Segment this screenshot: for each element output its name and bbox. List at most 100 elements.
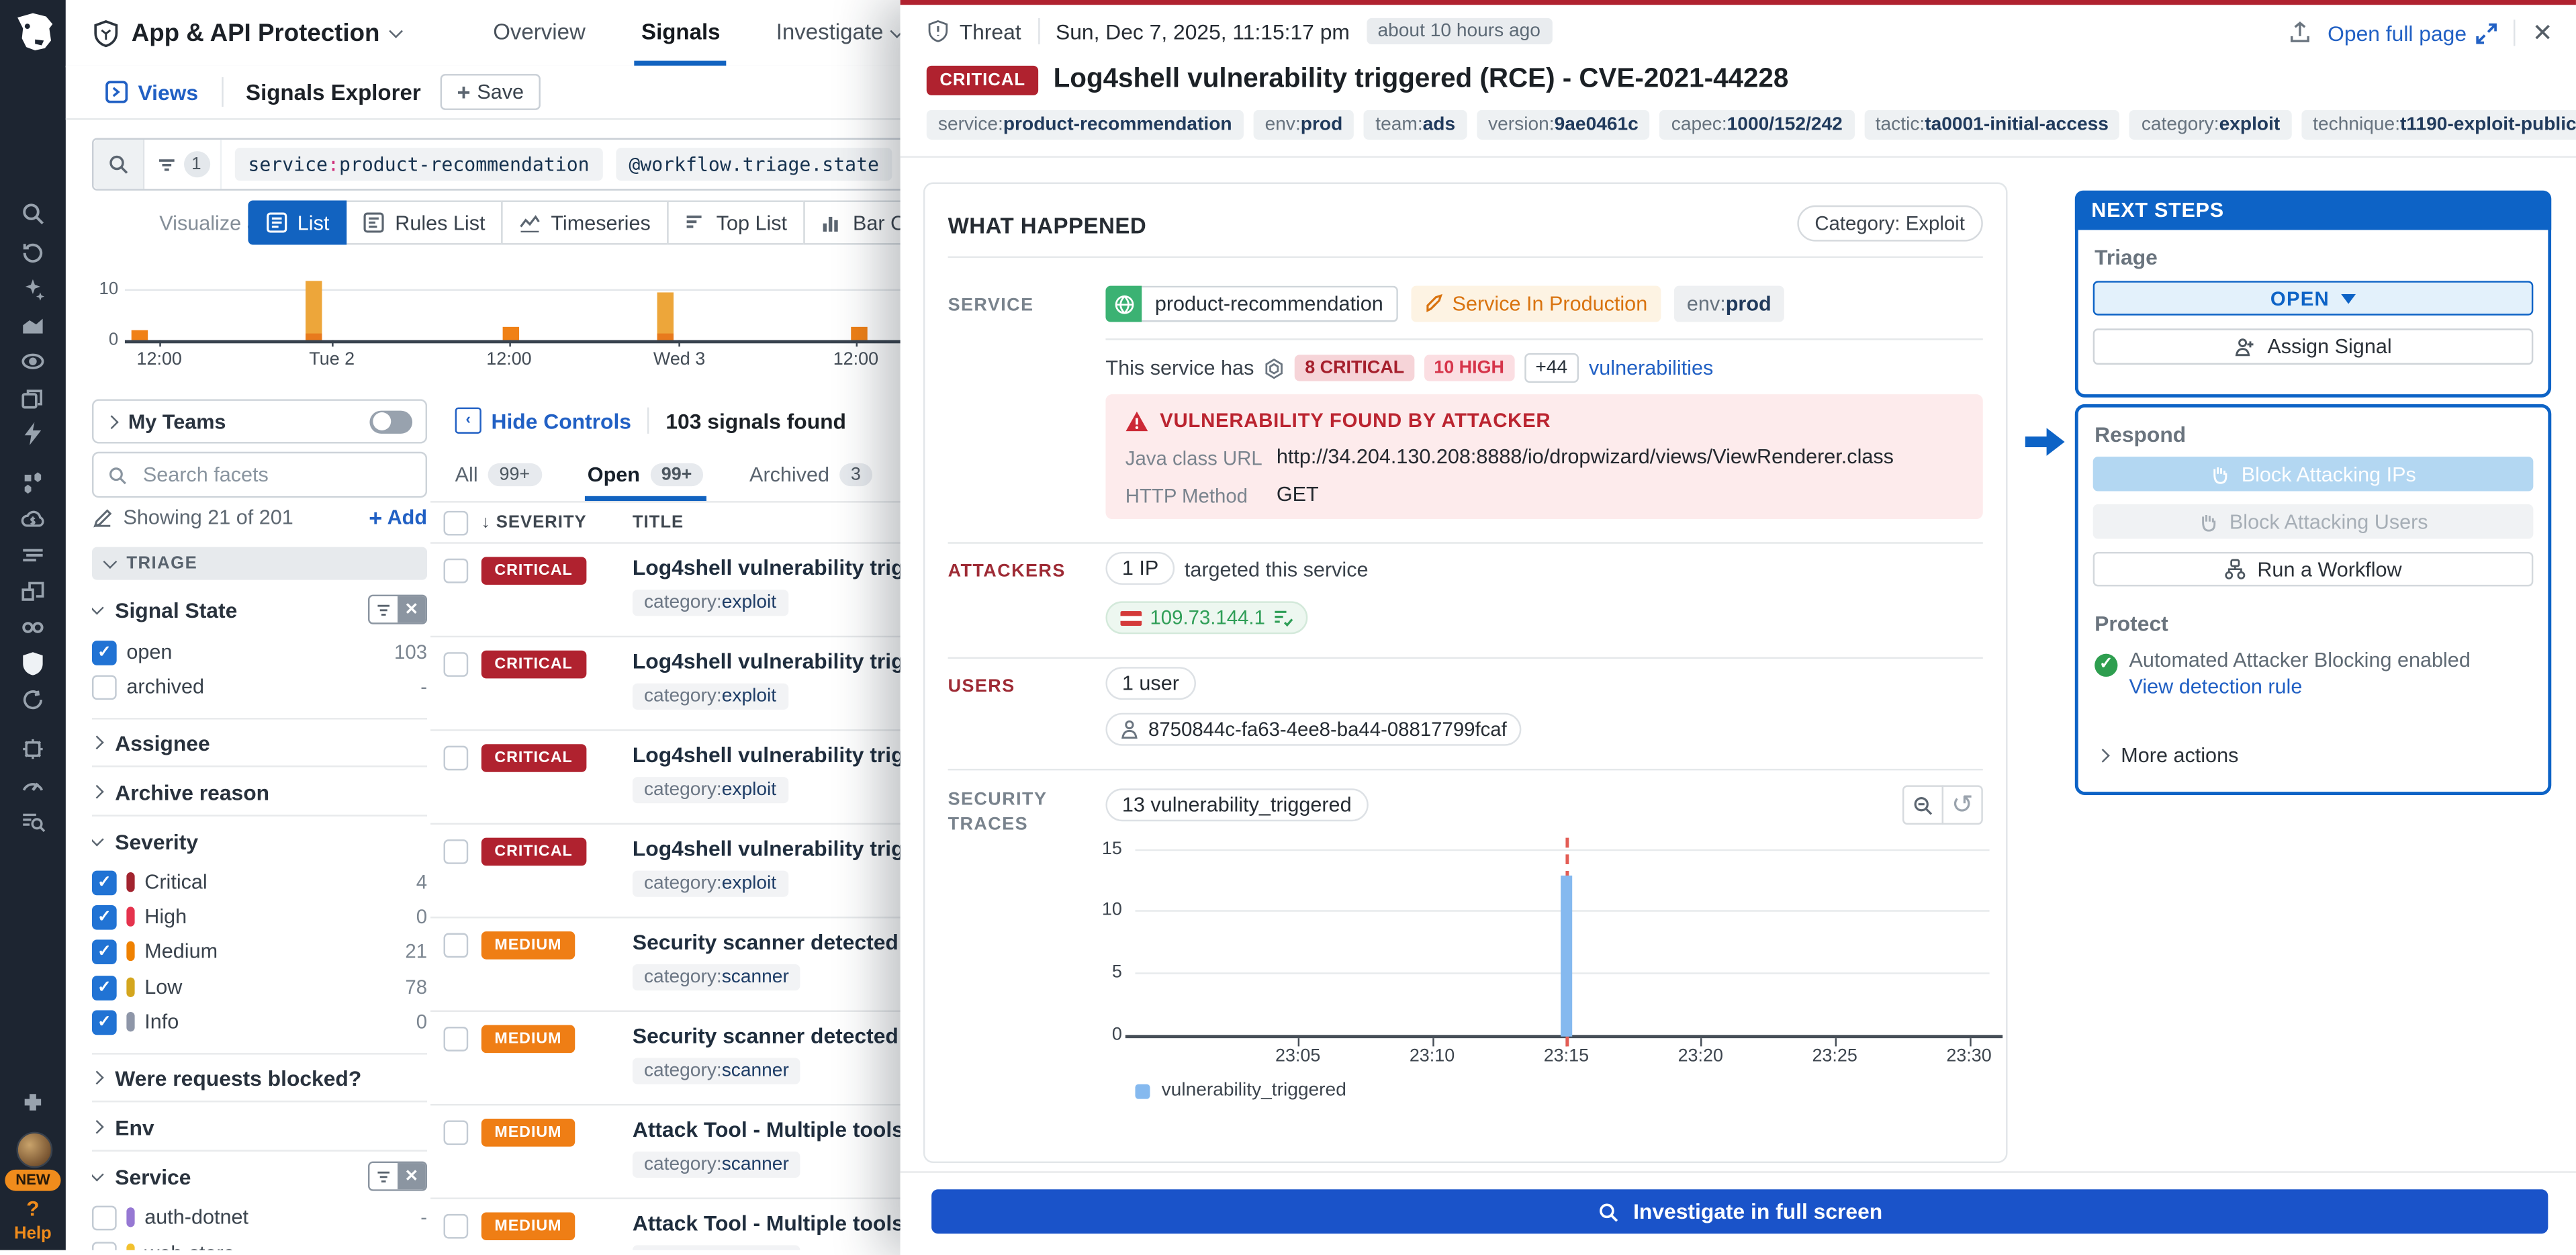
tag-pill[interactable]: capec:1000/152/242 <box>1660 110 1854 140</box>
checkbox-checked[interactable]: ✓ <box>92 939 117 964</box>
row-checkbox[interactable] <box>444 652 469 677</box>
category-tag[interactable]: category:scanner <box>633 1245 800 1250</box>
select-all-checkbox[interactable] <box>444 511 469 536</box>
category-tag[interactable]: category:exploit <box>633 590 788 616</box>
tab-all[interactable]: All99+ <box>455 460 542 490</box>
category-tag[interactable]: category:scanner <box>633 1152 800 1178</box>
traces-chart[interactable]: 05101523:0523:1023:1523:2023:2523:30 <box>1135 838 1989 1037</box>
facet-item-high[interactable]: ✓High0 <box>92 904 427 930</box>
history-icon[interactable] <box>19 240 46 266</box>
logs-icon[interactable] <box>19 542 46 568</box>
tag-pill[interactable]: technique:t1190-exploit-public-facing-ap… <box>2301 110 2576 140</box>
tab-archived[interactable]: Archived3 <box>749 460 872 490</box>
hide-controls-button[interactable]: ‹Hide Controls <box>455 408 631 434</box>
triage-section-header[interactable]: TRIAGE <box>92 547 427 580</box>
row-checkbox[interactable] <box>444 559 469 584</box>
user-id-chip[interactable]: 8750844c-fa63-4ee8-ba44-08817799fcaf <box>1105 713 1521 746</box>
run-workflow-button[interactable]: Run a Workflow <box>2093 552 2534 586</box>
checkbox-unchecked[interactable] <box>92 1241 117 1250</box>
checkbox-unchecked[interactable] <box>92 674 117 699</box>
row-checkbox[interactable] <box>444 933 469 958</box>
frames-icon[interactable] <box>19 578 46 604</box>
my-teams-toggle-box[interactable]: My Teams <box>92 399 427 443</box>
facet-item-auth-dotnet[interactable]: auth-dotnet- <box>92 1204 427 1230</box>
my-teams-toggle[interactable] <box>369 410 412 432</box>
investigate-full-screen-button[interactable]: Investigate in full screen <box>931 1189 2548 1234</box>
tag-pill[interactable]: team:ads <box>1364 110 1467 140</box>
view-detection-rule-link[interactable]: View detection rule <box>2129 675 2303 698</box>
tag-pill[interactable]: tactic:ta0001-initial-access <box>1864 110 2120 140</box>
facet-group-service[interactable]: Service ✕ <box>92 1162 427 1191</box>
facet-search-box[interactable] <box>92 452 427 498</box>
user-avatar[interactable] <box>16 1132 52 1168</box>
row-checkbox[interactable] <box>444 1214 469 1239</box>
query-chip-service[interactable]: service:product-recommendation <box>235 148 602 181</box>
help-label[interactable]: Help <box>0 1224 66 1244</box>
query-chip-workflow[interactable]: @workflow.triage.state <box>616 148 892 181</box>
checkbox-checked[interactable]: ✓ <box>92 870 117 894</box>
cloud-cost-icon[interactable] <box>19 506 46 532</box>
row-checkbox[interactable] <box>444 1027 469 1052</box>
row-checkbox[interactable] <box>444 746 469 771</box>
tab-overview[interactable]: Overview <box>493 0 586 66</box>
checkbox-checked[interactable]: ✓ <box>92 975 117 1000</box>
filter-toggle[interactable]: 1 <box>144 140 222 189</box>
category-tag[interactable]: category:exploit <box>633 777 788 803</box>
facet-filter-badge[interactable]: ✕ <box>368 1162 427 1191</box>
facet-item-info[interactable]: ✓Info0 <box>92 1009 427 1035</box>
category-tag[interactable]: category:exploit <box>633 684 788 710</box>
attacker-ip-chip[interactable]: 109.73.144.1 <box>1105 601 1307 634</box>
facet-group-env[interactable]: Env <box>92 1112 427 1142</box>
checkbox-checked[interactable]: ✓ <box>92 904 117 929</box>
security-shield-icon[interactable] <box>19 651 46 677</box>
row-checkbox[interactable] <box>444 1120 469 1145</box>
viz-option-top-list[interactable]: Top List <box>667 200 805 244</box>
integrations-puzzle-icon[interactable] <box>19 1090 46 1117</box>
views-button[interactable]: Views <box>105 80 199 105</box>
service-chip[interactable]: product-recommendation <box>1105 286 1397 322</box>
category-tag[interactable]: category:exploit <box>633 871 788 897</box>
link-icon[interactable] <box>19 614 46 641</box>
debug-box-icon[interactable] <box>19 736 46 762</box>
facet-group-signal-state[interactable]: Signal State ✕ <box>92 595 427 624</box>
reset-zoom-icon[interactable]: ↺ <box>1942 785 1983 825</box>
trace-bar[interactable] <box>1561 875 1572 1037</box>
more-actions-button[interactable]: More actions <box>2098 744 2238 767</box>
tag-pill[interactable]: env:prod <box>1253 110 1354 140</box>
share-icon[interactable] <box>2288 21 2311 44</box>
tab-investigate[interactable]: Investigate <box>776 0 902 66</box>
facet-group-requests-blocked[interactable]: Were requests blocked? <box>92 1063 427 1093</box>
facet-item-web-store[interactable]: web-store <box>92 1240 427 1250</box>
triage-status-dropdown[interactable]: OPEN <box>2093 281 2534 315</box>
facet-search-input[interactable] <box>140 461 376 487</box>
column-title[interactable]: TITLE <box>633 512 684 532</box>
facet-item-low[interactable]: ✓Low78 <box>92 974 427 1001</box>
save-button[interactable]: +Save <box>441 74 540 110</box>
app-switcher[interactable]: App & API Protection <box>92 19 401 47</box>
viz-option-list[interactable]: List <box>248 200 347 244</box>
facet-item-archived[interactable]: archived - <box>92 673 427 700</box>
checkbox-checked[interactable]: ✓ <box>92 1009 117 1034</box>
tag-pill[interactable]: service:product-recommendation <box>927 110 1244 140</box>
row-checkbox[interactable] <box>444 839 469 864</box>
assign-signal-button[interactable]: Assign Signal <box>2093 328 2534 365</box>
column-severity[interactable]: ↓ SEVERITY <box>481 512 587 532</box>
facet-item-open[interactable]: ✓ open 103 <box>92 639 427 665</box>
vulnerabilities-link[interactable]: vulnerabilities <box>1589 357 1713 379</box>
cycle-icon[interactable] <box>19 687 46 713</box>
env-chip[interactable]: env:prod <box>1673 286 1784 322</box>
zoom-out-icon[interactable] <box>1902 785 1943 825</box>
facet-filter-badge[interactable]: ✕ <box>368 595 427 624</box>
search-icon[interactable] <box>19 200 46 226</box>
apm-eye-icon[interactable] <box>19 348 46 375</box>
viz-option-timeseries[interactable]: Timeseries <box>502 200 669 244</box>
viz-option-rules-list[interactable]: Rules List <box>346 200 504 244</box>
tab-open[interactable]: Open99+ <box>588 460 704 490</box>
gauge-icon[interactable] <box>19 772 46 798</box>
block-attacking-ips-button[interactable]: Block Attacking IPs <box>2093 457 2534 491</box>
service-map-icon[interactable] <box>19 470 46 496</box>
datadog-logo-icon[interactable] <box>7 7 59 59</box>
facet-item-medium[interactable]: ✓Medium21 <box>92 938 427 964</box>
tag-pill[interactable]: version:9ae0461c <box>1477 110 1650 140</box>
facet-group-archive-reason[interactable]: Archive reason <box>92 777 427 806</box>
